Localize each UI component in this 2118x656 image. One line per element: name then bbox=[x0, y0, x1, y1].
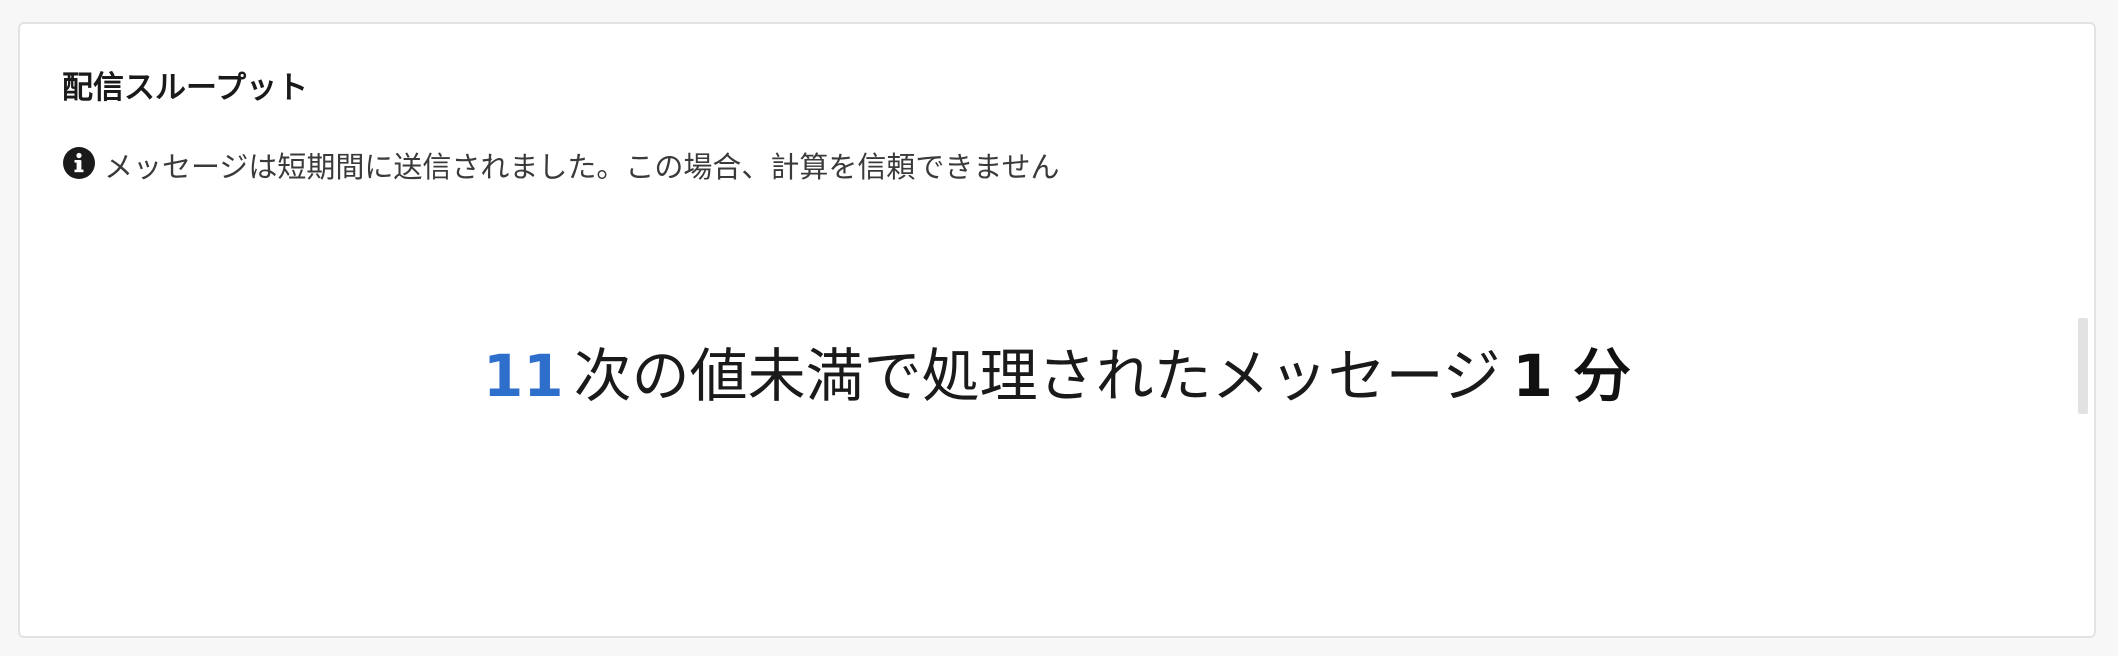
throughput-metric: 11 次の値未満で処理されたメッセージ 1 分 bbox=[20, 342, 2094, 412]
info-notice: メッセージは短期間に送信されました。この場合、計算を信頼できません bbox=[62, 144, 1060, 186]
scrollbar-thumb[interactable] bbox=[2078, 318, 2088, 414]
metric-label: 次の値未満で処理されたメッセージ bbox=[573, 342, 1501, 410]
notice-text: メッセージは短期間に送信されました。この場合、計算を信頼できません bbox=[104, 150, 1060, 184]
delivery-throughput-card: 配信スループット メッセージは短期間に送信されました。この場合、計算を信頼できま… bbox=[18, 22, 2096, 638]
metric-value: 11 bbox=[482, 342, 564, 410]
card-title: 配信スループット bbox=[62, 70, 309, 106]
metric-threshold: 1 分 bbox=[1512, 342, 1632, 410]
info-icon bbox=[62, 146, 96, 180]
